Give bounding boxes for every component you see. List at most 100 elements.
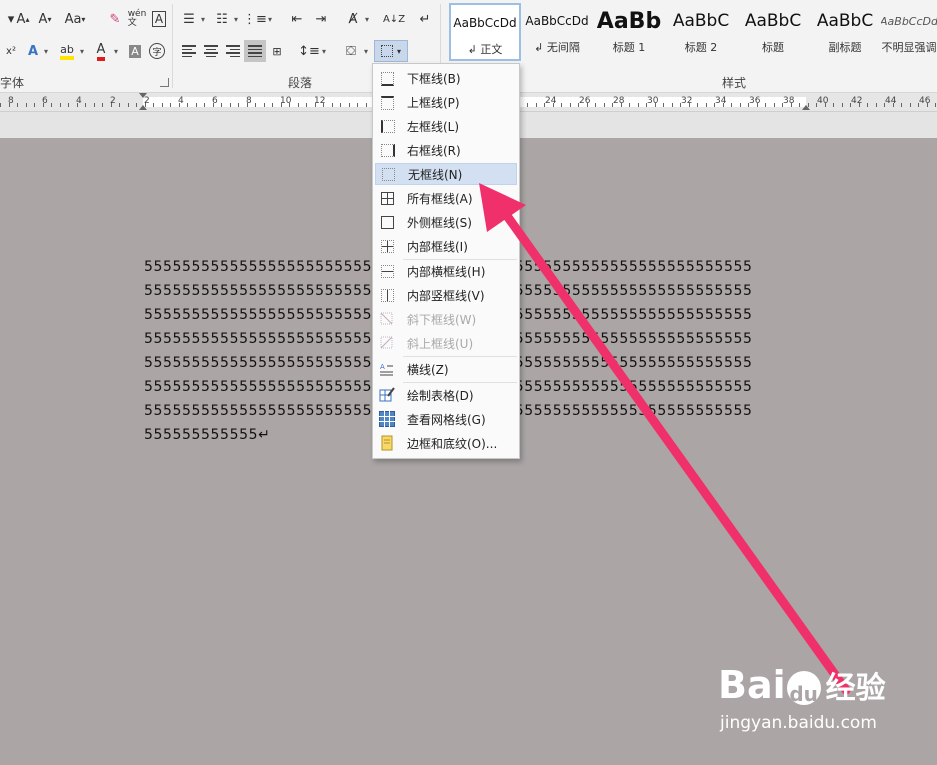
menu-item-borders-and-shading[interactable]: 边框和底纹(O)...: [375, 432, 517, 454]
align-left-button[interactable]: [178, 40, 200, 62]
ruler-tick: [153, 103, 154, 107]
line-spacing-caret[interactable]: ▾: [322, 47, 326, 56]
ruler-tick: [102, 103, 103, 107]
menu-item-inside-vertical-border[interactable]: 内部竖框线(V): [375, 284, 517, 306]
multilevel-list-button[interactable]: ⋮≡: [243, 8, 267, 30]
ruler-tick: [739, 103, 741, 107]
change-case-button[interactable]: Aa ▾: [60, 8, 90, 30]
numbering-button[interactable]: ☷: [211, 8, 233, 30]
shading-caret[interactable]: ▾: [364, 47, 368, 56]
menu-item-horizontal-line[interactable]: A 横线(Z): [375, 358, 517, 380]
menu-item-diagonal-up-border[interactable]: 斜上框线(U): [375, 332, 517, 354]
menu-item-label: 斜上框线(U): [407, 336, 474, 351]
phonetic-guide-icon: wén 文: [127, 9, 147, 28]
view-gridlines-icon: [379, 411, 395, 427]
ruler-tick: [535, 103, 537, 107]
style-subtitle[interactable]: AaBbC 副标题: [809, 3, 881, 61]
outside-borders-icon: [379, 214, 395, 230]
show-marks-button[interactable]: ↵: [414, 8, 436, 30]
superscript-button[interactable]: x²: [0, 40, 22, 62]
font-dialog-launcher[interactable]: [160, 78, 169, 87]
phonetic-guide-button[interactable]: wén 文: [126, 8, 148, 30]
right-indent-marker[interactable]: [802, 105, 810, 110]
menu-item-bottom-border[interactable]: 下框线(B): [375, 67, 517, 89]
grow-font-button[interactable]: A ▴: [12, 8, 34, 30]
style-heading-2[interactable]: AaBbC 标题 2: [665, 3, 737, 61]
style-no-spacing[interactable]: AaBbCcDd ↲ 无间隔: [521, 3, 593, 61]
ruler-tick: [127, 103, 129, 107]
menu-item-view-gridlines[interactable]: 查看网格线(G): [375, 408, 517, 430]
menu-item-outside-borders[interactable]: 外侧框线(S): [375, 211, 517, 233]
ruler-tick: [119, 103, 120, 107]
ruler-tick: [544, 103, 545, 107]
align-right-button[interactable]: [222, 40, 244, 62]
numbering-caret[interactable]: ▾: [234, 15, 238, 24]
diagonal-down-border-icon: [379, 311, 395, 327]
multilevel-list-caret[interactable]: ▾: [268, 15, 272, 24]
text-effects-caret[interactable]: ▾: [44, 47, 48, 56]
menu-item-no-border[interactable]: 无框线(N): [375, 163, 517, 185]
style-normal[interactable]: AaBbCcDd ↲ 正文: [449, 3, 521, 61]
shading-button[interactable]: ⛋: [340, 40, 362, 62]
ruler-tick: [187, 103, 188, 107]
ruler-tick: [688, 103, 690, 107]
text-effects-button[interactable]: A: [22, 40, 44, 62]
ruler-number: 36: [749, 96, 761, 106]
style-name: 标题 1: [612, 41, 646, 54]
ruler-number: 38: [783, 96, 795, 106]
highlight-caret[interactable]: ▾: [80, 47, 84, 56]
character-shading-button[interactable]: A: [124, 40, 146, 62]
menu-item-all-borders[interactable]: 所有框线(A): [375, 187, 517, 209]
style-subtle-emphasis[interactable]: AaBbCcDd 不明显强调: [881, 3, 937, 61]
draw-table-icon: [379, 387, 395, 403]
ruler-number: 32: [681, 96, 693, 106]
decrease-indent-button[interactable]: ⇤: [286, 8, 308, 30]
menu-item-diagonal-down-border[interactable]: 斜下框线(W): [375, 308, 517, 330]
ruler-tick: [629, 103, 630, 107]
ruler-tick: [170, 103, 171, 107]
distributed-button[interactable]: ⊞: [266, 40, 288, 62]
bullets-button[interactable]: ☰: [178, 8, 200, 30]
text-line[interactable]: 555555555555↵: [144, 427, 270, 443]
menu-item-left-border[interactable]: 左框线(L): [375, 115, 517, 137]
ruler-tick: [595, 103, 596, 107]
justify-button[interactable]: [244, 40, 266, 62]
font-color-caret[interactable]: ▾: [114, 47, 118, 56]
increase-indent-button[interactable]: ⇥: [310, 8, 332, 30]
menu-item-top-border[interactable]: 上框线(P): [375, 91, 517, 113]
ruler-tick: [51, 103, 52, 107]
styles-gallery: AaBbCcDd ↲ 正文 AaBbCcDd ↲ 无间隔 AaBb 标题 1 A…: [445, 3, 937, 61]
borders-dropdown-menu: 下框线(B) 上框线(P) 左框线(L) 右框线(R) 无框线(N) 所有框线(…: [372, 63, 520, 459]
menu-item-inside-horizontal-border[interactable]: 内部横框线(H): [375, 260, 517, 282]
style-name: 不明显强调: [881, 41, 937, 54]
multilevel-list-icon: ⋮≡: [243, 11, 267, 27]
line-spacing-button[interactable]: ↕≡: [298, 40, 320, 62]
enclose-characters-button[interactable]: 字: [146, 40, 168, 62]
style-preview: AaBb: [596, 8, 662, 34]
ruler-tick: [561, 103, 562, 107]
ruler-tick: [722, 103, 724, 107]
menu-item-inside-borders[interactable]: 内部框线(I): [375, 235, 517, 257]
style-heading-1[interactable]: AaBb 标题 1: [593, 3, 665, 61]
ruler-tick: [272, 103, 273, 107]
ruler-tick: [756, 103, 758, 107]
ruler-tick: [76, 103, 78, 107]
character-border-button[interactable]: A: [148, 8, 170, 30]
align-center-button[interactable]: [200, 40, 222, 62]
menu-item-right-border[interactable]: 右框线(R): [375, 139, 517, 161]
highlight-button[interactable]: ab: [56, 40, 78, 62]
borders-button[interactable]: ▾: [374, 40, 408, 62]
ruler-tick: [93, 103, 95, 107]
chinese-layout-caret[interactable]: ▾: [365, 15, 369, 24]
chinese-layout-button[interactable]: Ⱥ: [342, 8, 364, 30]
shrink-font-button[interactable]: A ▾: [34, 8, 56, 30]
ruler-tick: [348, 103, 350, 107]
menu-item-draw-table[interactable]: 绘制表格(D): [375, 384, 517, 406]
sort-button[interactable]: A↓Z: [383, 8, 405, 30]
font-color-button[interactable]: A: [90, 40, 112, 62]
clear-formatting-button[interactable]: ✎: [104, 8, 126, 30]
ruler-tick: [255, 103, 256, 107]
style-title[interactable]: AaBbC 标题: [737, 3, 809, 61]
style-name: ↲ 正文: [467, 43, 503, 56]
bullets-caret[interactable]: ▾: [201, 15, 205, 24]
